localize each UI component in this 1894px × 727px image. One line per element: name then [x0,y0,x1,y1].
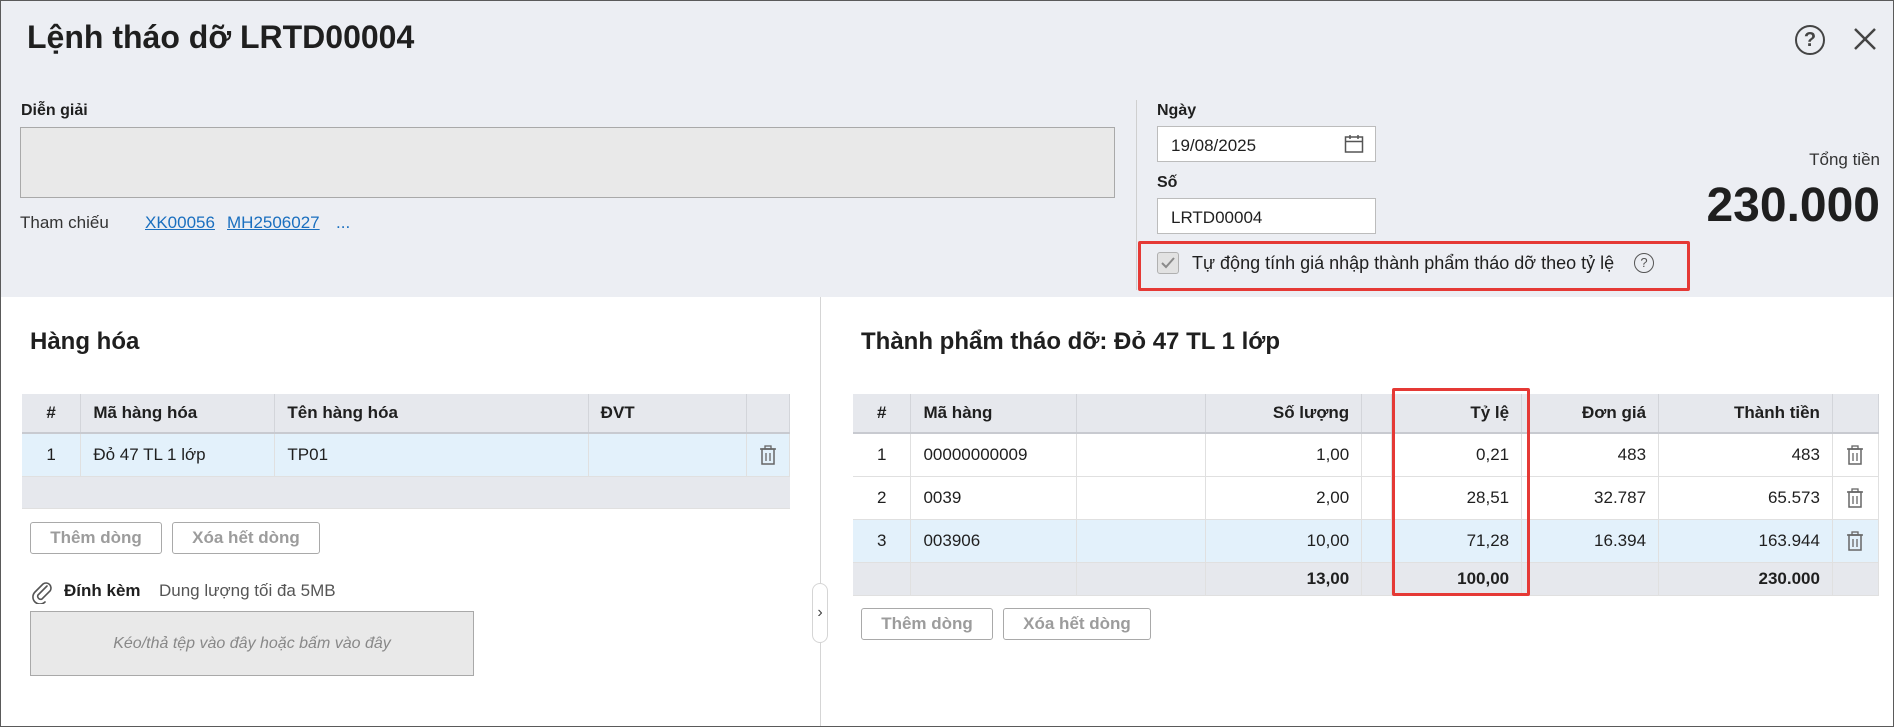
table-row[interactable]: 1 00000000009 1,00 0,21 483 483 [853,433,1880,477]
description-label: Diễn giải [21,102,88,119]
pane-divider [820,297,821,726]
column-header-code: Mã hàng hóa [80,394,276,434]
reference-link-xk00056[interactable]: XK00056 [145,213,215,233]
number-field[interactable]: LRTD00004 [1157,198,1376,234]
paperclip-icon [32,582,52,604]
ratio-cell[interactable]: 0,21 [1391,433,1523,477]
more-references-link[interactable]: ... [336,213,350,233]
date-label: Ngày [1157,102,1197,119]
trash-icon [1847,488,1864,508]
amount-cell[interactable]: 65.573 [1658,476,1833,520]
quantity-cell[interactable]: 10,00 [1205,519,1363,563]
column-header-index: # [853,394,912,434]
column-header-unit: ĐVT [588,394,747,434]
table-row[interactable]: 3 003906 10,00 71,28 16.394 163.944 [853,519,1880,563]
goods-code-cell[interactable]: Đỏ 47 TL 1 lớp [80,433,276,477]
amount-cell[interactable]: 483 [1658,433,1833,477]
quantity-cell[interactable]: 2,00 [1205,476,1363,520]
check-icon [1161,257,1175,269]
number-label: Số [1157,174,1178,191]
column-header-actions [1832,394,1880,434]
unit-price-cell[interactable]: 16.394 [1521,519,1660,563]
file-dropzone[interactable]: Kéo/thả tệp vào đây hoặc bấm vào đây [30,611,474,676]
products-section-title: Thành phẩm tháo dỡ: Đỏ 47 TL 1 lớp [861,328,1281,355]
trash-icon [1847,445,1864,465]
goods-header-row: # Mã hàng hóa Tên hàng hóa ĐVT [22,394,791,434]
empty-row [22,476,790,509]
description-input[interactable] [20,127,1115,198]
total-ratio: 100,00 [1391,562,1523,596]
trash-icon [759,445,776,465]
total-quantity: 13,00 [1205,562,1363,596]
reference-label: Tham chiếu [20,213,109,232]
column-header-blank-2 [1361,394,1393,434]
auto-price-checkbox[interactable] [1157,252,1179,274]
delete-row-button[interactable] [1832,433,1880,477]
delete-row-button[interactable] [1832,476,1880,520]
auto-price-label: Tự động tính giá nhập thành phẩm tháo dỡ… [1192,253,1615,273]
row-index: 1 [853,433,912,477]
delete-row-button[interactable] [746,433,791,477]
total-amount: 230.000 [1658,562,1833,596]
add-product-row-button[interactable]: Thêm dòng [861,608,993,640]
clear-product-rows-button[interactable]: Xóa hết dòng [1003,608,1151,640]
calendar-icon[interactable] [1344,134,1364,154]
products-header-row: # Mã hàng Số lượng Tỷ lệ Đơn giá Thành t… [853,394,1880,434]
goods-section-title: Hàng hóa [30,328,140,355]
products-table: # Mã hàng Số lượng Tỷ lệ Đơn giá Thành t… [853,394,1880,596]
goods-table: # Mã hàng hóa Tên hàng hóa ĐVT 1 Đỏ 47 T… [22,394,791,509]
quantity-cell[interactable]: 1,00 [1205,433,1363,477]
table-row[interactable]: 1 Đỏ 47 TL 1 lớp TP01 [22,433,791,477]
close-icon[interactable] [1849,23,1881,55]
ratio-cell[interactable]: 28,51 [1391,476,1523,520]
goods-unit-cell[interactable] [588,433,747,477]
product-code-cell[interactable]: 0039 [910,476,1078,520]
column-header-amount: Thành tiền [1658,394,1833,434]
question-circle-icon[interactable]: ? [1795,25,1825,55]
clear-rows-button[interactable]: Xóa hết dòng [172,522,320,554]
help-icon[interactable]: ? [1634,253,1654,273]
row-index: 3 [853,519,912,563]
column-header-index: # [22,394,82,434]
total-value: 230.000 [1706,179,1880,232]
reference-link-mh2506027[interactable]: MH2506027 [227,213,320,233]
totals-row: 13,00 100,00 230.000 [853,562,1880,596]
product-code-cell[interactable]: 003906 [910,519,1078,563]
product-code-cell[interactable]: 00000000009 [910,433,1078,477]
attachment-hint: Dung lượng tối đa 5MB [159,581,336,600]
row-index: 1 [22,433,82,477]
column-header-code: Mã hàng [910,394,1078,434]
page-title: Lệnh tháo dỡ LRTD00004 [27,19,415,55]
column-header-ratio: Tỷ lệ [1391,394,1523,434]
column-header-quantity: Số lượng [1205,394,1363,434]
column-header-name: Tên hàng hóa [274,394,589,434]
chevron-right-icon[interactable]: › [812,583,828,643]
unit-price-cell[interactable]: 483 [1521,433,1660,477]
attachment-label: Đính kèm [64,581,141,600]
vertical-divider [1136,100,1137,290]
delete-row-button[interactable] [1832,519,1880,563]
add-row-button[interactable]: Thêm dòng [30,522,162,554]
table-row[interactable]: 2 0039 2,00 28,51 32.787 65.573 [853,476,1880,520]
trash-icon [1847,531,1864,551]
column-header-unit-price: Đơn giá [1521,394,1660,434]
ratio-cell[interactable]: 71,28 [1391,519,1523,563]
unit-price-cell[interactable]: 32.787 [1521,476,1660,520]
column-header-actions [746,394,791,434]
row-index: 2 [853,476,912,520]
total-label: Tổng tiền [1809,150,1880,169]
amount-cell[interactable]: 163.944 [1658,519,1833,563]
goods-name-cell[interactable]: TP01 [274,433,589,477]
column-header-blank [1076,394,1207,434]
